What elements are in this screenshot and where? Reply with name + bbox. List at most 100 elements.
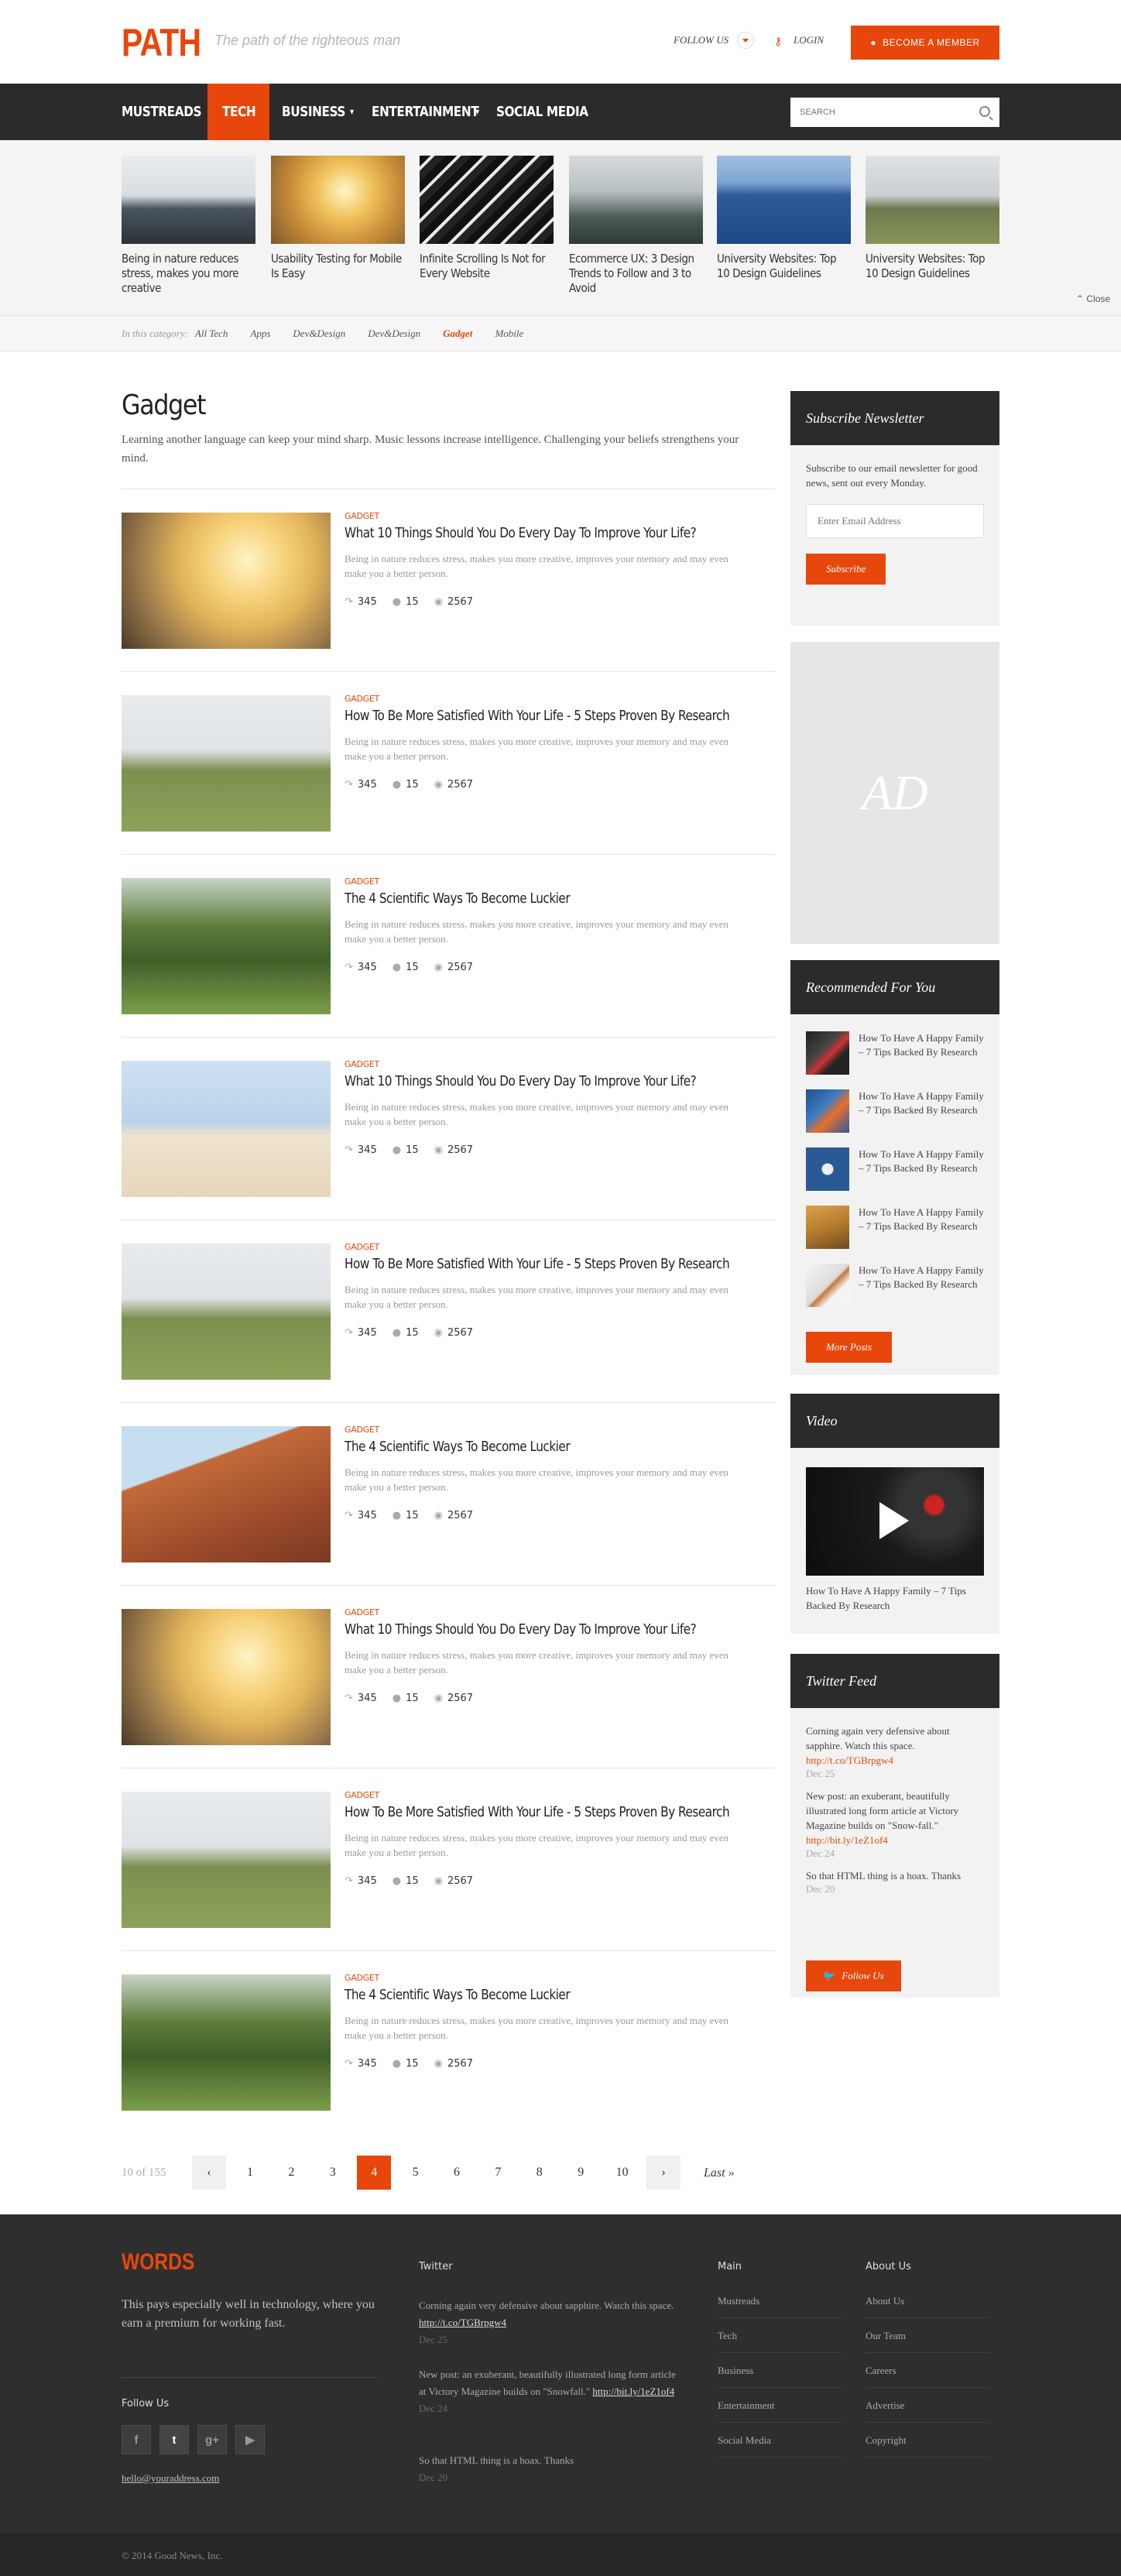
post-comments[interactable]: ● 15 [393,1510,419,1521]
post-title[interactable]: How To Be More Satisfied With Your Life … [345,1256,730,1272]
footer-tweet-link[interactable]: http://t.co/TGBrpgw4 [419,2317,506,2328]
post-comments[interactable]: ● 15 [393,1693,419,1704]
post-comments[interactable]: ● 15 [393,962,419,973]
follow-us-button[interactable]: 🐦 Follow Us [806,1960,901,1991]
post-category[interactable]: GADGET [345,1242,379,1252]
facebook-icon[interactable]: f [122,2425,151,2454]
featured-item[interactable]: Infinite Scrolling Is Not for Every Webs… [420,156,554,281]
post-category[interactable]: GADGET [345,876,379,887]
category-link-gadget[interactable]: Gadget [443,328,472,340]
follow-us-label[interactable]: FOLLOW US [674,34,728,46]
recommended-item[interactable]: How To Have A Happy Family – 7 Tips Back… [806,1206,984,1252]
post-shares[interactable]: ↷ 345 [345,779,377,791]
category-link-dev-design[interactable]: Dev&Design [293,328,345,340]
page-3-button[interactable]: 3 [316,2156,350,2190]
footer-link-social-media[interactable]: Social Media [718,2423,842,2458]
footer-link-business[interactable]: Business [718,2353,842,2388]
post-category[interactable]: GADGET [345,1790,379,1800]
page-10-button[interactable]: 10 [605,2156,639,2190]
post-thumbnail[interactable] [122,1792,331,1928]
nav-item-tech[interactable]: TECH [222,84,256,140]
youtube-icon[interactable]: ▶ [235,2425,265,2454]
post-shares[interactable]: ↷ 345 [345,1875,377,1887]
featured-item[interactable]: Ecommerce UX: 3 Design Trends to Follow … [569,156,703,296]
post-title[interactable]: The 4 Scientific Ways To Become Luckier [345,890,571,907]
post-thumbnail[interactable] [122,1974,331,2111]
featured-item[interactable]: Being in nature reduces stress, makes yo… [122,156,255,296]
post-category[interactable]: GADGET [345,694,379,704]
category-link-all-tech[interactable]: All Tech [195,328,228,340]
play-icon[interactable] [879,1502,909,1539]
search-input[interactable] [790,98,968,127]
post-category[interactable]: GADGET [345,1059,379,1069]
post-shares[interactable]: ↷ 345 [345,596,377,608]
close-featured-button[interactable]: ⌃ Close [1076,293,1110,304]
post-thumbnail[interactable] [122,1426,331,1562]
featured-item[interactable]: University Websites: Top 10 Design Guide… [717,156,851,281]
category-link-dev-design[interactable]: Dev&Design [368,328,420,340]
post-comments[interactable]: ● 15 [393,2058,419,2070]
page-7-button[interactable]: 7 [481,2156,515,2190]
post-title[interactable]: How To Be More Satisfied With Your Life … [345,708,730,724]
more-posts-button[interactable]: More Posts [806,1332,893,1363]
video-player[interactable] [806,1467,984,1576]
recommended-item[interactable]: How To Have A Happy Family – 7 Tips Back… [806,1031,984,1078]
footer-link-mustreads[interactable]: Mustreads [718,2283,842,2318]
post-shares[interactable]: ↷ 345 [345,1327,377,1339]
footer-link-tech[interactable]: Tech [718,2318,842,2353]
footer-link-our-team[interactable]: Our Team [866,2318,989,2353]
post-title[interactable]: What 10 Things Should You Do Every Day T… [345,1073,697,1089]
page-9-button[interactable]: 9 [564,2156,598,2190]
post-comments[interactable]: ● 15 [393,1875,419,1887]
twitter-icon[interactable]: t [159,2425,189,2454]
ad-banner[interactable]: AD [790,642,999,944]
post-category[interactable]: GADGET [345,1425,379,1435]
email-field[interactable] [806,504,984,538]
nav-item-social-media[interactable]: SOCIAL MEDIA [496,84,588,140]
post-shares[interactable]: ↷ 345 [345,1144,377,1156]
post-thumbnail[interactable] [122,1609,331,1745]
post-comments[interactable]: ● 15 [393,596,419,608]
footer-email-link[interactable]: hello@youraddress.com [122,2472,219,2485]
post-title[interactable]: How To Be More Satisfied With Your Life … [345,1804,730,1820]
search-icon[interactable] [979,106,990,117]
post-category[interactable]: GADGET [345,1973,379,1983]
footer-link-careers[interactable]: Careers [866,2353,989,2388]
recommended-item[interactable]: How To Have A Happy Family – 7 Tips Back… [806,1147,984,1194]
post-thumbnail[interactable] [122,695,331,832]
post-comments[interactable]: ● 15 [393,1327,419,1339]
page-6-button[interactable]: 6 [440,2156,474,2190]
page-2-button[interactable]: 2 [274,2156,308,2190]
page-8-button[interactable]: 8 [523,2156,557,2190]
follow-dropdown-icon[interactable] [737,32,754,49]
recommended-item[interactable]: How To Have A Happy Family – 7 Tips Back… [806,1264,984,1310]
next-page-button[interactable]: › [646,2156,680,2190]
post-title[interactable]: What 10 Things Should You Do Every Day T… [345,1621,697,1638]
page-5-button[interactable]: 5 [399,2156,433,2190]
category-link-mobile[interactable]: Mobile [495,328,523,340]
become-member-button[interactable]: ● BECOME A MEMBER [851,26,999,60]
nav-item-entertainment[interactable]: ENTERTAINMENT [372,84,479,140]
recommended-item[interactable]: How To Have A Happy Family – 7 Tips Back… [806,1089,984,1136]
tweet-link[interactable]: http://bit.ly/1eZ1of4 [806,1834,888,1846]
post-comments[interactable]: ● 15 [393,1144,419,1156]
post-shares[interactable]: ↷ 345 [345,2058,377,2070]
featured-item[interactable]: University Websites: Top 10 Design Guide… [866,156,999,281]
post-title[interactable]: What 10 Things Should You Do Every Day T… [345,525,697,541]
post-shares[interactable]: ↷ 345 [345,962,377,973]
nav-item-business[interactable]: BUSINESS [282,84,345,140]
footer-link-copyright[interactable]: Copyright [866,2423,989,2458]
last-page-link[interactable]: Last » [704,2166,735,2180]
post-title[interactable]: The 4 Scientific Ways To Become Luckier [345,1987,571,2003]
footer-tweet-link[interactable]: http://bit.ly/1eZ1of4 [592,2386,674,2397]
footer-logo[interactable]: WORDS [122,2249,194,2276]
tweet-link[interactable]: http://t.co/TGBrpgw4 [806,1754,893,1766]
footer-link-advertise[interactable]: Advertise [866,2388,989,2423]
post-thumbnail[interactable] [122,513,331,649]
post-thumbnail[interactable] [122,878,331,1014]
prev-page-button[interactable]: ‹ [192,2156,226,2190]
nav-item-mustreads[interactable]: MUSTREADS [122,84,202,140]
page-1-button[interactable]: 1 [233,2156,267,2190]
post-thumbnail[interactable] [122,1061,331,1197]
page-4-button[interactable]: 4 [357,2156,392,2190]
